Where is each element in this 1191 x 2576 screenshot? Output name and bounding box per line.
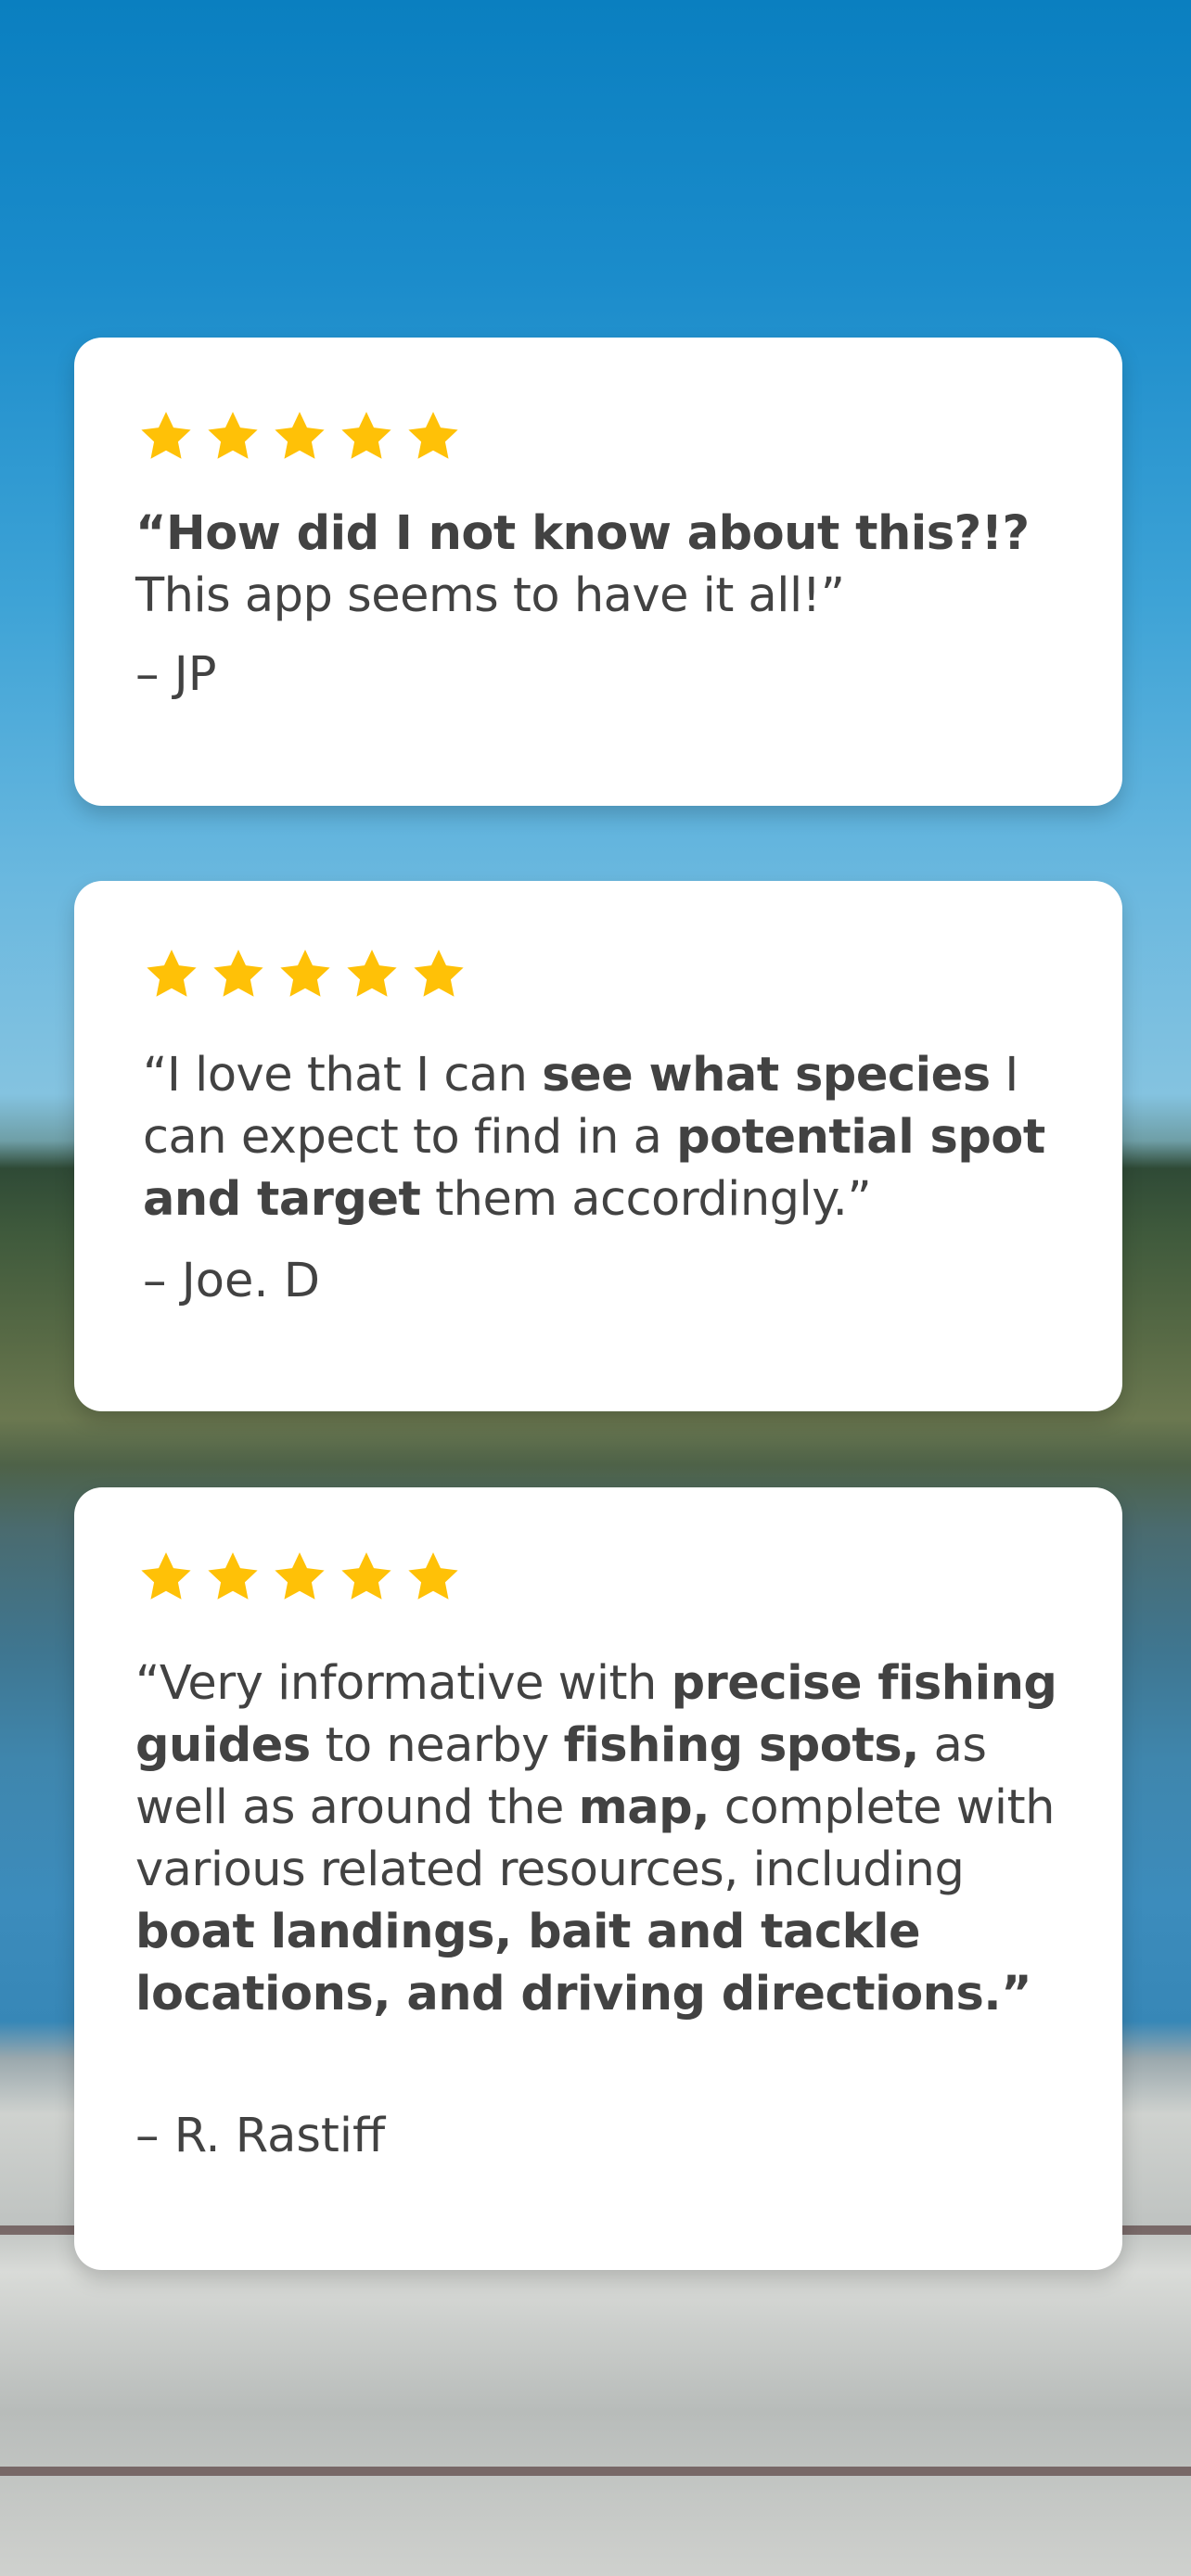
review-author: – JP [135, 647, 217, 702]
quote-text: them accordingly.” [420, 1172, 872, 1227]
star-icon [143, 946, 200, 1003]
dock-plank-gap [0, 2467, 1191, 2476]
star-icon [137, 1549, 195, 1606]
quote-emphasis: boat landings, bait and tackle locations… [135, 1905, 1032, 2021]
quote-text: “I love that I can [143, 1048, 543, 1103]
review-card: “How did I not know about this?!? This a… [74, 338, 1122, 806]
star-rating [137, 1549, 462, 1606]
star-rating [137, 408, 462, 465]
star-icon [404, 1549, 462, 1606]
quote-text: This app seems to have it all!” [135, 568, 845, 623]
star-rating [143, 946, 467, 1003]
review-card: “Very informative with precise fishing g… [74, 1487, 1122, 2270]
star-icon [343, 946, 401, 1003]
review-author: – Joe. D [143, 1254, 321, 1308]
review-quote: “How did I not know about this?!? This a… [135, 503, 1072, 627]
review-author: – R. Rastiff [135, 2109, 386, 2163]
star-icon [410, 946, 467, 1003]
quote-text: “Very informative with [135, 1656, 672, 1711]
star-icon [276, 946, 334, 1003]
star-icon [338, 1549, 395, 1606]
star-icon [404, 408, 462, 465]
quote-emphasis: fishing spots, [563, 1718, 920, 1773]
star-icon [271, 408, 328, 465]
review-quote: “I love that I can see what species I ca… [143, 1044, 1080, 1231]
quote-emphasis: map, [578, 1780, 711, 1835]
review-quote: “Very informative with precise fishing g… [135, 1652, 1072, 2025]
star-icon [137, 408, 195, 465]
star-icon [204, 408, 262, 465]
review-card: “I love that I can see what species I ca… [74, 881, 1122, 1411]
quote-emphasis: “How did I not know about this?!? [135, 506, 1030, 561]
quote-emphasis: see what species [542, 1048, 991, 1103]
star-icon [338, 408, 395, 465]
star-icon [271, 1549, 328, 1606]
star-icon [204, 1549, 262, 1606]
star-icon [210, 946, 267, 1003]
quote-text: to nearby [310, 1718, 564, 1773]
